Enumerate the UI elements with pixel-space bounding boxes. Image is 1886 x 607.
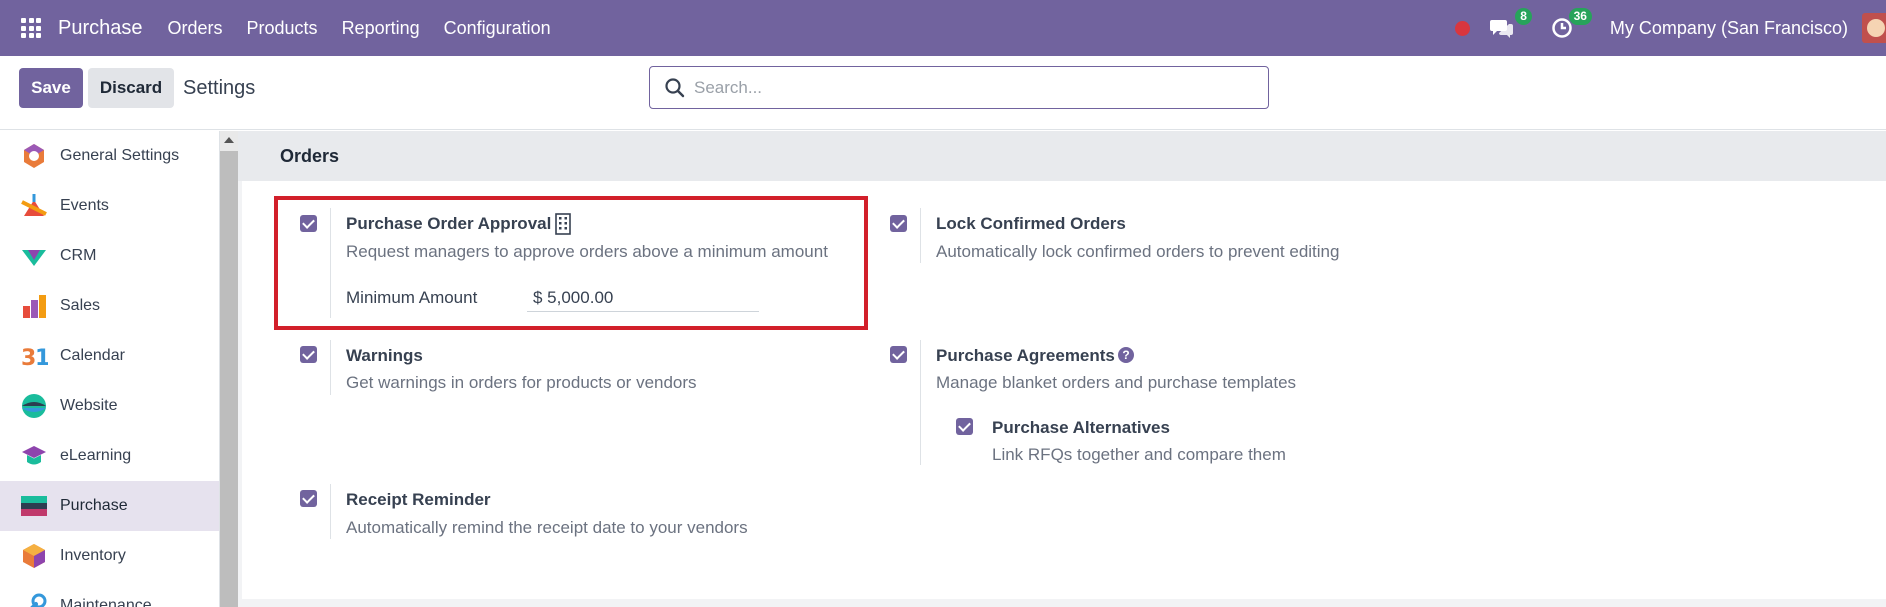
search-input[interactable] xyxy=(694,67,1254,108)
menu-configuration[interactable]: Configuration xyxy=(444,18,551,39)
sidebar-item-label: eLearning xyxy=(60,447,132,464)
warnings-checkbox[interactable] xyxy=(300,346,317,363)
save-button[interactable]: Save xyxy=(19,68,83,108)
general-settings-icon xyxy=(24,144,44,168)
elearning-icon xyxy=(22,446,46,465)
agreements-title: Purchase Agreements xyxy=(936,346,1115,365)
menu-reporting[interactable]: Reporting xyxy=(342,18,420,39)
maintenance-icon xyxy=(30,593,47,607)
agreements-description: Manage blanket orders and purchase templ… xyxy=(936,373,1297,392)
sidebar-item-label: Calendar xyxy=(60,347,125,364)
sidebar-item-general-settings[interactable]: General Settings xyxy=(0,131,219,181)
sidebar-item-label: Inventory xyxy=(60,547,126,564)
sidebar-item-label: Purchase xyxy=(60,497,128,514)
sidebar-item-purchase[interactable]: Purchase xyxy=(0,481,219,531)
control-panel: Save Discard Settings xyxy=(0,56,1886,130)
sidebar-item-label: Maintenance xyxy=(60,597,152,607)
sidebar-item-inventory[interactable]: Inventory xyxy=(0,531,219,581)
purchase-icon xyxy=(21,496,47,516)
chat-icon xyxy=(1489,20,1513,38)
calendar-icon: 3 1 xyxy=(21,346,48,370)
receipt-reminder-checkbox[interactable] xyxy=(300,490,317,507)
agreements-checkbox[interactable] xyxy=(890,346,907,363)
section-title: Orders xyxy=(280,146,340,166)
warnings-title: Warnings xyxy=(346,346,423,365)
lock-orders-checkbox[interactable] xyxy=(890,215,907,232)
svg-text:1: 1 xyxy=(35,346,48,370)
alternatives-checkbox[interactable] xyxy=(956,418,973,435)
sidebar-item-sales[interactable]: Sales xyxy=(0,281,219,331)
messages-count-badge: 8 xyxy=(1515,8,1532,25)
company-switcher[interactable]: My Company (San Francisco) xyxy=(1610,18,1848,39)
recording-dot-icon[interactable] xyxy=(1454,20,1470,36)
inventory-icon xyxy=(23,544,45,568)
sales-icon xyxy=(23,295,46,318)
crm-icon xyxy=(22,250,46,266)
apps-menu-icon[interactable] xyxy=(21,18,41,38)
help-question-icon[interactable]: ? xyxy=(1118,347,1134,363)
menu-products[interactable]: Products xyxy=(247,18,318,39)
sidebar-item-label: CRM xyxy=(60,247,97,264)
top-navbar: Purchase Orders Products Reporting Confi… xyxy=(0,0,1886,56)
sidebar-item-label: General Settings xyxy=(60,147,180,164)
events-icon xyxy=(21,194,47,216)
sidebar-item-label: Events xyxy=(60,197,109,214)
receipt-reminder-description: Automatically remind the receipt date to… xyxy=(346,518,748,537)
discard-button[interactable]: Discard xyxy=(88,68,174,108)
alternatives-description: Link RFQs together and compare them xyxy=(992,445,1286,464)
activities-button[interactable]: 36 xyxy=(1548,8,1592,42)
alternatives-title: Purchase Alternatives xyxy=(992,418,1170,437)
sidebar-item-website[interactable]: Website xyxy=(0,381,219,431)
activities-count-badge: 36 xyxy=(1568,8,1592,25)
warnings-description: Get warnings in orders for products or v… xyxy=(346,373,697,392)
search-box[interactable] xyxy=(649,66,1269,109)
search-icon xyxy=(665,78,685,98)
sidebar-item-maintenance[interactable]: Maintenance xyxy=(0,581,219,607)
scroll-up-arrow-icon[interactable] xyxy=(224,137,234,143)
website-icon xyxy=(22,394,46,418)
messages-button[interactable]: 8 xyxy=(1488,8,1532,42)
section-header: Orders xyxy=(238,131,1886,181)
page-title: Settings xyxy=(183,77,256,99)
lock-orders-title: Lock Confirmed Orders xyxy=(936,214,1126,233)
lock-orders-description: Automatically lock confirmed orders to p… xyxy=(936,242,1340,261)
sidebar-item-calendar[interactable]: 3 1 Calendar xyxy=(0,331,219,381)
receipt-reminder-title: Receipt Reminder xyxy=(346,490,491,509)
sidebar-item-crm[interactable]: CRM xyxy=(0,231,219,281)
app-brand[interactable]: Purchase xyxy=(58,17,143,40)
sidebar-item-events[interactable]: Events xyxy=(0,181,219,231)
user-avatar[interactable] xyxy=(1862,13,1886,43)
sidebar-item-elearning[interactable]: eLearning xyxy=(0,431,219,481)
highlight-box xyxy=(274,196,868,330)
sidebar-item-label: Sales xyxy=(60,297,101,314)
menu-orders[interactable]: Orders xyxy=(168,18,223,39)
sidebar-scrollbar[interactable] xyxy=(220,131,238,607)
settings-sidebar: General Settings Events CRM Sales 3 1 Ca… xyxy=(0,131,220,607)
sidebar-item-label: Website xyxy=(60,397,118,414)
